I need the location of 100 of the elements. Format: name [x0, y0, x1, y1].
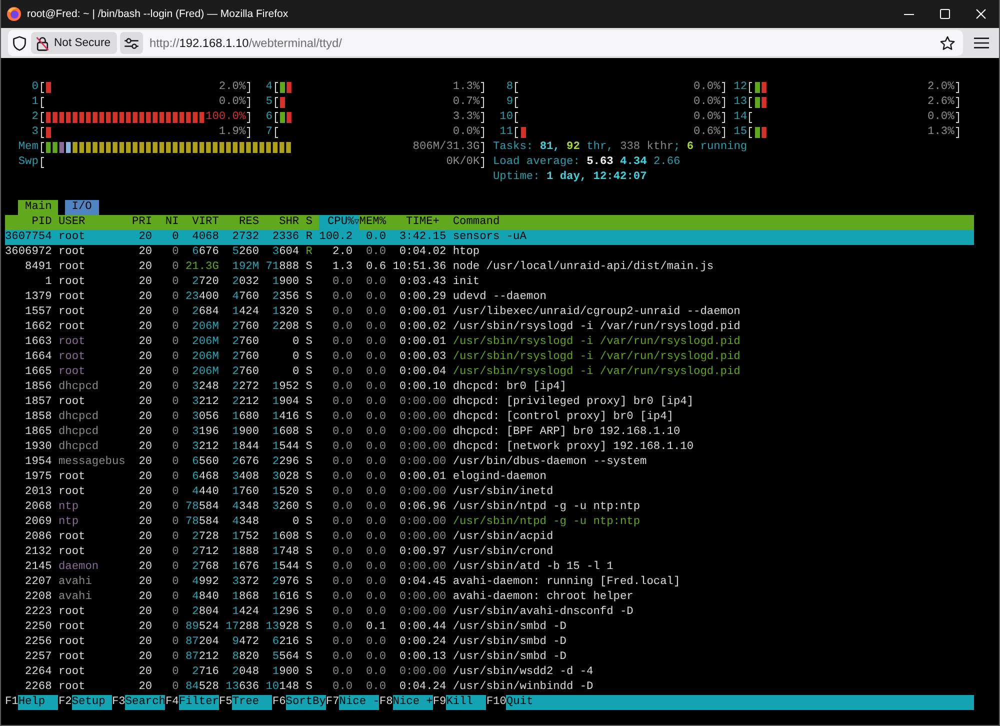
nice-value: 0 — [172, 366, 179, 378]
process-row[interactable]: 2069 ntp 20 0 78584 4348 0 S 0.0 0.0 0:00.00 /usr/sbin/ntpd -g -u ntp:ntp — [5, 514, 974, 530]
process-row[interactable]: 2208 avahi 20 0 4840 1868 1616 S 0.0 0.0 0:00.00 avahi-daemon: chroot helper — [5, 590, 974, 604]
cpu-percent-value: 0.0 — [332, 680, 353, 692]
process-row[interactable]: 3606972 root 20 0 6676 5260 3604 R 2.0 0.0 0:04.02 htop — [5, 244, 974, 260]
resident-memory-value: 2760 — [232, 366, 260, 378]
function-key-button[interactable]: F6SortBy — [272, 694, 326, 710]
process-row[interactable]: 1954 messagebus 20 0 6560 2676 2296 S 0.0 0.0 0:00.00 /usr/bin/dbus-daemon --system — [5, 454, 974, 470]
cpu-label: 15 — [734, 126, 748, 138]
process-row[interactable]: 1664 root 20 0 206M 2760 0 S 0.0 0.0 0:00.03 /usr/sbin/rsyslogd -i /var/run/rsyslogd.pid — [5, 350, 974, 364]
process-row[interactable]: 2250 root 20 0 89524 17288 13928 S 0.0 0.1 0:00.44 /usr/sbin/smbd -D — [5, 620, 974, 634]
process-row[interactable]: 2256 root 20 0 87204 9472 6216 S 0.0 0.0 0:00.24 /usr/sbin/smbd -D — [5, 634, 974, 650]
shared-memory-value: 2356 — [272, 290, 300, 302]
cpu-percent-value: 0.0 — [332, 486, 353, 498]
process-row[interactable]: 1379 root 20 0 23400 4760 2356 S 0.0 0.0 0:00.29 udevd --daemon — [5, 290, 974, 304]
tab[interactable]: I/O — [65, 200, 99, 214]
resident-memory-value: 2272 — [232, 380, 260, 392]
pid-number: 2013 — [25, 486, 52, 498]
process-row[interactable]: 1665 root 20 0 206M 2760 0 S 0.0 0.0 0:00.04 /usr/sbin/rsyslogd -i /var/run/rsyslogd.pid — [5, 364, 974, 380]
priority-value: 20 — [138, 260, 152, 272]
shared-memory-value: 10148 — [266, 680, 300, 692]
function-key-button[interactable]: F10Quit — [486, 694, 974, 710]
pid-number: 1865 — [25, 426, 52, 438]
column-header[interactable]: MEM% — [359, 216, 386, 228]
bookmark-star-icon[interactable] — [940, 36, 955, 50]
column-header[interactable]: VIRT — [192, 216, 219, 228]
column-header[interactable]: RES — [238, 216, 260, 228]
pid-number: 2208 — [25, 590, 52, 602]
virtual-memory-value: 3056 — [192, 410, 219, 422]
command-line: /usr/sbin/wsdd2 -d -4 — [452, 666, 594, 678]
process-row[interactable]: 1663 root 20 0 206M 2760 0 S 0.0 0.0 0:00.01 /usr/sbin/rsyslogd -i /var/run/rsyslogd.pid — [5, 334, 974, 350]
cpu-time-value: 0:00.00 — [399, 606, 446, 618]
function-key-button[interactable]: F5Tree — [218, 694, 272, 710]
cpu-time-value: 0:00.00 — [399, 516, 446, 528]
permissions-button[interactable] — [120, 32, 143, 54]
pid-number: 3607754 — [5, 230, 52, 242]
shield-icon[interactable] — [13, 36, 26, 50]
user-name: avahi — [58, 590, 92, 602]
column-header[interactable]: Command — [452, 216, 500, 228]
function-key-button[interactable]: F4Filter — [165, 694, 219, 710]
virtual-memory-value: 2712 — [192, 546, 219, 558]
process-row[interactable]: 2086 root 20 0 2728 1752 1608 S 0.0 0.0 0:00.00 /usr/sbin/acpid — [5, 530, 974, 544]
column-header[interactable]: PID — [32, 216, 52, 228]
resident-memory-value: 3408 — [232, 470, 260, 482]
column-header[interactable]: SHR — [279, 216, 300, 228]
process-row[interactable]: 2264 root 20 0 2716 2048 1900 S 0.0 0.0 0:00.00 /usr/sbin/wsdd2 -d -4 — [5, 664, 974, 680]
function-key-button[interactable]: F8Nice + — [379, 694, 433, 710]
process-row[interactable]: 2145 daemon 20 0 2768 1676 1544 S 0.0 0.0 0:00.00 /usr/sbin/atd -b 15 -l 1 — [5, 560, 974, 574]
column-header[interactable]: NI — [165, 216, 179, 228]
process-row[interactable]: 1858 dhcpcd 20 0 3056 1680 1416 S 0.0 0.0 0:00.00 dhcpcd: [control proxy] br0 [ip4] — [5, 410, 974, 424]
cpu-usage-reading: 0.7% — [452, 96, 484, 108]
process-row[interactable]: 3607754 root 20 0 4068 2732 2336 R 100.2 0.0 3:42.15 sensors -uA — [5, 230, 974, 244]
cpu-time-value: 0:00.00 — [399, 560, 446, 572]
process-row[interactable]: 2068 ntp 20 0 78584 4348 3260 S 0.0 0.0 0:06.96 /usr/sbin/ntpd -g -u ntp:ntp — [5, 500, 974, 514]
priority-value: 20 — [138, 576, 152, 588]
function-key-button[interactable]: F3Search — [112, 694, 166, 710]
nice-value: 0 — [172, 530, 179, 542]
virtual-memory-value: 3196 — [192, 426, 219, 438]
process-row[interactable]: 1930 dhcpcd 20 0 3212 1844 1544 S 0.0 0.0 0:00.00 dhcpcd: [network proxy] 192.168.1.10 — [5, 440, 974, 454]
process-row[interactable]: 2132 root 20 0 2712 1888 1748 S 0.0 0.0 0:00.97 /usr/sbin/crond — [5, 544, 974, 560]
process-row[interactable]: 1 root 20 0 2720 2032 1900 S 0.0 0.0 0:03.43 init — [5, 274, 974, 290]
process-row[interactable]: 2223 root 20 0 2804 1424 1296 S 0.0 0.0 0:00.00 /usr/sbin/avahi-dnsconfd -D — [5, 604, 974, 620]
process-row[interactable]: 1662 root 20 0 206M 2760 2208 S 0.0 0.0 0:00.02 /usr/sbin/rsyslogd -i /var/run/rsyslogd.pid — [5, 320, 974, 334]
function-key-button[interactable]: F1Help — [5, 694, 58, 710]
process-row[interactable]: 1975 root 20 0 6468 3408 3028 S 0.0 0.0 0:00.01 elogind-daemon — [5, 470, 974, 484]
process-row[interactable]: 2268 root 20 0 84528 13636 10148 S 0.0 0.0 0:04.24 /usr/sbin/winbindd -D — [5, 680, 974, 694]
function-key-button[interactable]: F7Nice - — [326, 694, 380, 710]
process-row[interactable]: 1857 root 20 0 3212 2212 1904 S 0.0 0.0 0:00.00 dhcpcd: [privileged proxy] br0 [ip4] — [5, 394, 974, 410]
process-row[interactable]: 2257 root 20 0 87212 8820 5564 S 0.0 0.0 0:00.13 /usr/sbin/smbd -D — [5, 650, 974, 664]
process-row[interactable]: 1856 dhcpcd 20 0 3248 2272 1952 S 0.0 0.0 0:00.10 dhcpcd: br0 [ip4] — [5, 380, 974, 394]
tab[interactable]: Main — [18, 200, 58, 214]
address-field[interactable]: http://192.168.1.10/webterminal/ttyd/ — [150, 36, 940, 50]
column-header[interactable]: CPU%▽ — [319, 214, 360, 230]
function-key-button[interactable]: F2Setup — [58, 694, 112, 710]
process-row[interactable]: 8491 root 20 0 21.3G 192M 71888 S 1.3 0.6 10:51.36 node /usr/local/unraid-api/dist/main.js — [5, 260, 974, 274]
cpu-percent-value: 0.0 — [332, 336, 353, 348]
menu-icon[interactable] — [974, 37, 989, 49]
site-security-button[interactable]: Not Secure — [31, 32, 117, 54]
cpu-label: 12 — [734, 80, 748, 92]
shared-memory-value: 1608 — [272, 530, 300, 542]
cpu-percent-value: 0.0 — [332, 380, 353, 392]
command-line: htop — [452, 246, 480, 258]
process-row[interactable]: 1865 dhcpcd 20 0 3196 1900 1608 S 0.0 0.0 0:00.00 dhcpcd: [BPF ARP] br0 192.168.1.10 — [5, 424, 974, 440]
column-header[interactable]: PRI — [132, 216, 152, 228]
cpu-percent-value: 0.0 — [332, 320, 353, 332]
column-header[interactable]: TIME+ — [406, 216, 440, 228]
column-header[interactable]: S — [306, 216, 312, 228]
memory-percent-value: 0.0 — [366, 590, 386, 602]
shared-memory-value: 0 — [292, 336, 300, 348]
pid-number: 2132 — [25, 546, 52, 558]
process-row[interactable]: 2207 avahi 20 0 4992 3372 2976 S 0.0 0.0 0:04.45 avahi-daemon: running [Fred.local] — [5, 574, 974, 590]
function-key-button[interactable]: F9Kill — [432, 694, 486, 710]
process-row[interactable]: 2013 root 20 0 4440 1760 1520 S 0.0 0.0 0:00.00 /usr/sbin/inetd — [5, 484, 974, 500]
memory-percent-value: 0.6 — [366, 260, 386, 272]
nice-value: 0 — [172, 470, 179, 482]
user-name: root — [58, 260, 86, 272]
process-row[interactable]: 1557 root 20 0 2684 1424 1320 S 0.0 0.0 0:00.01 /usr/libexec/unraid/cgroup2-unraid --daemon — [5, 304, 974, 320]
state-letter: S — [306, 500, 312, 512]
column-header[interactable]: USER — [58, 216, 86, 228]
load-average-summary: Load average: 5.63 4.34 2.66 — [493, 156, 680, 168]
